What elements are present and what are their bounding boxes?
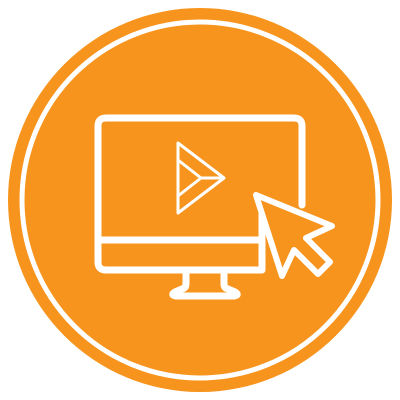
badge-canvas bbox=[0, 0, 400, 400]
badge-graphic bbox=[8, 8, 392, 392]
orange-disc bbox=[8, 8, 392, 392]
